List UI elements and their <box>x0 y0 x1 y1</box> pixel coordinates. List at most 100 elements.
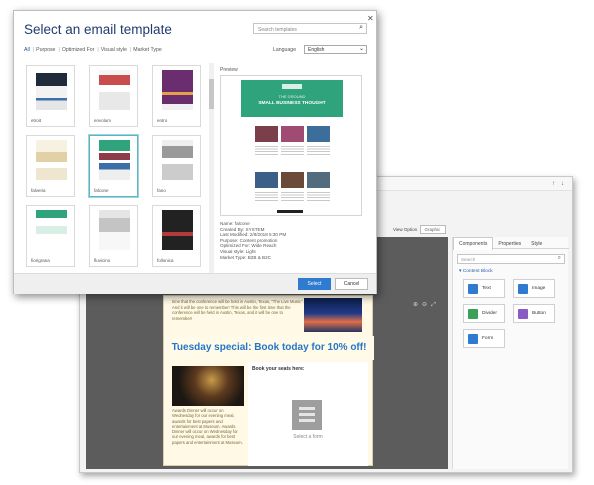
image-component-icon <box>518 284 528 294</box>
template-name: entro <box>157 118 168 123</box>
gallery-scrollbar-thumb[interactable] <box>209 79 214 109</box>
divider-component-icon <box>468 309 478 319</box>
tab-style[interactable]: Style <box>526 238 547 250</box>
close-icon[interactable]: ✕ <box>367 14 374 23</box>
template-name: falveria <box>31 188 46 193</box>
template-thumbnail <box>162 210 193 250</box>
preview-header: THE GROUND SMALL BUSINESS THOUGHT <box>241 80 343 117</box>
preview-image <box>307 172 330 188</box>
template-tile-selected[interactable]: falcone <box>89 135 138 197</box>
zoom-out-icon[interactable]: ⊖ <box>422 302 431 308</box>
template-thumbnail <box>99 210 130 250</box>
template-preview: THE GROUND SMALL BUSINESS THOUGHT <box>220 75 362 216</box>
book-seats-label: Book your seats here: <box>252 366 305 372</box>
component-divider[interactable]: Divider <box>463 304 505 323</box>
preview-header-button <box>282 84 302 89</box>
template-name: fiorigrana <box>31 258 50 263</box>
component-search-placeholder: Search <box>461 257 476 262</box>
detail-last-modified: Last Modified: 2/9/2018 5:30 PM <box>220 232 287 238</box>
preview-footer-bar <box>277 210 303 213</box>
form-placeholder-box[interactable]: Book your seats here: Select a form <box>248 362 368 466</box>
filter-bar: All | Purpose | Optimized For | Visual style | M… <box>24 47 163 53</box>
up-arrow-icon[interactable]: ↑ <box>552 181 555 187</box>
form-icon <box>292 400 322 430</box>
tab-properties[interactable]: Properties <box>493 238 526 250</box>
template-tile[interactable]: envolum <box>89 65 138 127</box>
tab-components[interactable]: Components <box>453 237 494 250</box>
component-text[interactable]: Text <box>463 279 505 298</box>
preview-image <box>281 126 304 142</box>
template-search-placeholder: Search templates <box>258 26 297 33</box>
language-select[interactable]: English ⌄ <box>304 45 367 54</box>
template-tile[interactable]: fano <box>152 135 201 197</box>
component-search-input[interactable]: Search ⌕ <box>457 254 565 264</box>
template-name: fluvicino <box>94 258 111 263</box>
preview-image <box>307 126 330 142</box>
preview-image <box>255 126 278 142</box>
content-block-label: Content Block <box>462 269 493 274</box>
content-block-header[interactable]: ▾ Content Block <box>459 269 493 274</box>
filter-separator: | <box>32 47 35 53</box>
preview-image <box>255 172 278 188</box>
preview-header-small: THE GROUND <box>278 94 306 99</box>
preview-text-lines <box>307 146 330 155</box>
template-thumbnail <box>162 140 193 180</box>
filter-all[interactable]: All <box>24 47 30 53</box>
fullscreen-icon[interactable]: ⤢ <box>431 302 440 308</box>
template-thumbnail <box>36 140 67 180</box>
template-tile[interactable]: fiorigrana <box>26 205 75 267</box>
view-option-select[interactable]: Graphic <box>420 225 447 234</box>
template-search-input[interactable]: Search templates ⌕ <box>253 23 367 34</box>
preview-text-lines <box>281 146 304 155</box>
detail-market-type: Market Type: B2B & B2C <box>220 254 271 260</box>
template-thumbnail <box>162 70 193 110</box>
city-skyline-image[interactable] <box>304 298 362 332</box>
event-text[interactable]: Awards Dinner will occur on Wednesday fo… <box>172 408 244 445</box>
zoom-in-icon[interactable]: ⊕ <box>413 302 422 308</box>
template-tile[interactable]: entro <box>152 65 201 127</box>
search-icon[interactable]: ⌕ <box>359 24 363 32</box>
collapse-caret-icon: ▾ <box>459 269 462 274</box>
template-name: envolum <box>94 118 112 123</box>
filter-purpose[interactable]: Purpose <box>36 47 55 53</box>
email-intro-row: time that the conference will be held in… <box>164 296 374 336</box>
email-headline[interactable]: Tuesday special: Book today for 10% off! <box>164 336 374 360</box>
cancel-button[interactable]: Cancel <box>335 278 368 290</box>
template-thumbnail <box>99 140 130 180</box>
down-arrow-icon[interactable]: ↓ <box>561 181 564 187</box>
preview-label: Preview <box>220 67 238 73</box>
template-name: etroit <box>31 118 42 123</box>
template-tile[interactable]: etroit <box>26 65 75 127</box>
filter-visual-style[interactable]: Visual style <box>101 47 127 53</box>
email-content: time that the conference will be held in… <box>163 295 374 466</box>
button-component-icon <box>518 309 528 319</box>
component-label: Text <box>482 286 491 291</box>
select-button[interactable]: Select <box>298 278 331 290</box>
preview-text-lines <box>255 192 278 201</box>
template-tile[interactable]: falveria <box>26 135 75 197</box>
panel-tabs: Components Properties Style <box>453 237 569 250</box>
component-label: Divider <box>482 311 497 316</box>
component-image[interactable]: Image <box>513 279 555 298</box>
filter-market-type[interactable]: Market Type <box>133 47 161 53</box>
preview-image <box>281 172 304 188</box>
template-tile[interactable]: fluvicino <box>89 205 138 267</box>
template-name: fano <box>157 188 166 193</box>
language-value: English <box>308 47 325 53</box>
template-name: follonica <box>157 258 174 263</box>
template-thumbnail <box>99 70 130 110</box>
filter-separator: | <box>58 47 60 53</box>
view-option-label: View Option <box>393 227 418 232</box>
concert-image[interactable] <box>172 366 244 406</box>
filter-optimized-for[interactable]: Optimized For <box>62 47 95 53</box>
template-thumbnail <box>36 70 67 110</box>
component-label: Button <box>532 311 546 316</box>
select-form-label[interactable]: Select a form <box>248 434 368 440</box>
form-component-icon <box>468 334 478 344</box>
chevron-down-icon: ⌄ <box>358 46 364 52</box>
template-tile[interactable]: follonica <box>152 205 201 267</box>
preview-text-lines <box>255 146 278 155</box>
component-form[interactable]: Form <box>463 329 505 348</box>
filter-separator: | <box>129 47 132 53</box>
component-button[interactable]: Button <box>513 304 555 323</box>
